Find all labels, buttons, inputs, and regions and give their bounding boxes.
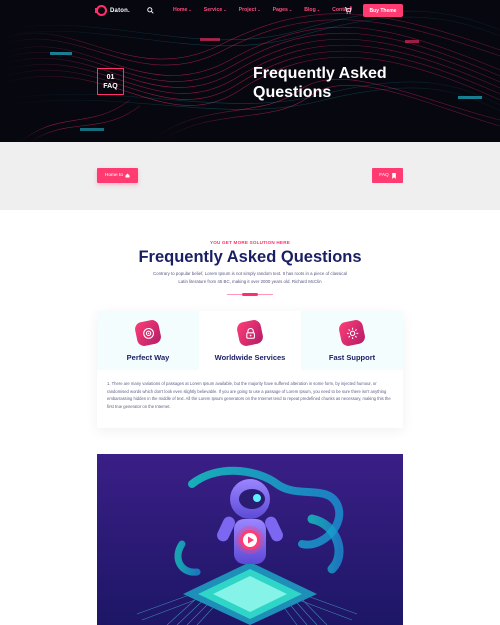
logo-text: Daton.	[110, 7, 130, 14]
site-logo[interactable]: Daton.	[95, 5, 130, 16]
target-icon	[133, 318, 163, 348]
main-menu: Home⌄ Service⌄ Project⌄ Pages⌄ Blog⌄ Con…	[173, 7, 351, 13]
chevron-down-icon: ⌄	[188, 7, 192, 12]
chevron-down-icon: ⌄	[316, 7, 321, 12]
feature-fast-support[interactable]: Fast Support	[301, 311, 403, 370]
feature-label: Fast Support	[328, 353, 376, 362]
video-illustration	[97, 454, 403, 625]
section-description: Contrary to popular belief, Lorem Ipsum …	[152, 271, 347, 284]
chevron-down-icon: ⌄	[223, 7, 227, 12]
menu-item-project[interactable]: Project⌄	[239, 7, 261, 13]
breadcrumb-current: FAQ	[372, 168, 403, 183]
breadcrumb-home-button[interactable]: Home to	[97, 168, 138, 183]
chevron-down-icon: ⌄	[257, 7, 261, 12]
feature-perfect-way[interactable]: Perfect Way	[97, 311, 199, 370]
feature-text: 1. There are many variations of passages…	[107, 381, 391, 409]
chevron-down-icon: ⌄	[288, 7, 293, 12]
gear-icon	[337, 318, 367, 348]
lock-icon	[235, 318, 265, 348]
faq-badge: 01 FAQ	[97, 68, 124, 95]
hero-wave-background	[0, 10, 500, 142]
feature-label: Perfect Way	[126, 353, 170, 362]
badge-label: FAQ	[103, 82, 118, 90]
breadcrumb-home-label: Home to	[104, 173, 124, 178]
robot-illustration	[97, 454, 403, 625]
logo-icon	[95, 5, 107, 16]
section-title: Frequently Asked Questions	[138, 248, 362, 266]
buy-theme-button[interactable]: Buy Theme	[363, 4, 403, 17]
cart-icon[interactable]	[344, 6, 352, 14]
search-icon[interactable]	[147, 7, 154, 14]
hero-title: Frequently Asked Questions	[253, 65, 387, 101]
page-hero: Daton. Home⌄ Service⌄ Project⌄ Pages⌄ Bl…	[0, 0, 500, 142]
breadcrumb-band	[0, 142, 500, 210]
menu-item-blog[interactable]: Blog⌄	[304, 7, 320, 13]
menu-item-home[interactable]: Home⌄	[173, 7, 192, 13]
menu-item-pages[interactable]: Pages⌄	[273, 7, 293, 13]
feature-card: Perfect Way Worldwide Services Fast Supp…	[97, 311, 403, 428]
badge-number: 01	[106, 73, 115, 81]
section-eyebrow: YOU GET MORE SOLUTION HERE	[210, 240, 290, 245]
feature-label: Worldwide Services	[214, 353, 286, 362]
bookmark-icon	[391, 172, 396, 179]
home-icon	[125, 173, 130, 178]
section-divider	[227, 293, 273, 296]
feature-worldwide-services[interactable]: Worldwide Services	[199, 311, 301, 370]
breadcrumb-current-label: FAQ	[379, 173, 389, 178]
menu-item-service[interactable]: Service⌄	[204, 7, 227, 13]
